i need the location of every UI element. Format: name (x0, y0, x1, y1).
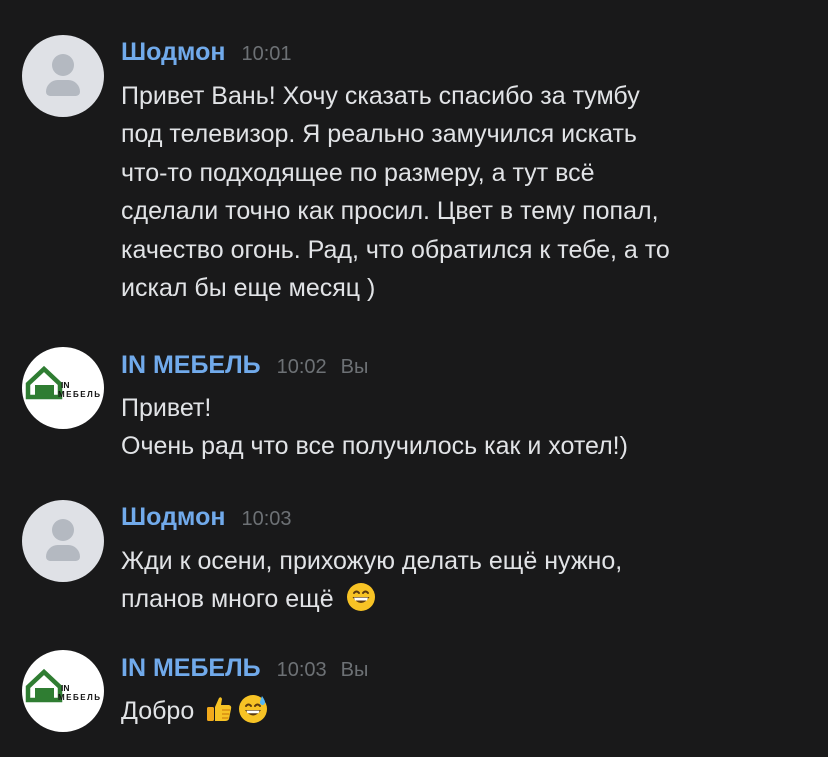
logo-text-in: IN (61, 683, 70, 693)
message-line: Добро (121, 697, 195, 725)
message-header: Шодмон 10:03 (121, 502, 292, 532)
grinning-sweat-emoji (239, 695, 268, 723)
you-label: Вы (340, 659, 369, 681)
message-time[interactable]: 10:01 (241, 39, 291, 69)
message-line: планов много ещё (121, 585, 334, 614)
brand-logo-avatar[interactable]: IN МЕБЕЛЬ (22, 650, 104, 732)
in-mebel-logo-icon: IN МЕБЕЛЬ (25, 365, 100, 400)
user-avatar[interactable] (22, 500, 104, 582)
message-text: Жди к осени, прихожую делать ещё нужно, … (121, 542, 622, 619)
message-line: что-то подходящее по размеру, а тут всё (121, 158, 595, 187)
in-mebel-logo-icon: IN МЕБЕЛЬ (25, 668, 100, 703)
user-avatar[interactable] (22, 35, 104, 117)
user-silhouette-icon (52, 519, 74, 541)
message-line: Привет Вань! Хочу сказать спасибо за тум… (121, 82, 640, 110)
message-time[interactable]: 10:02 (277, 352, 327, 382)
message-header: Шодмон 10:01 (121, 37, 292, 67)
logo-text-mebel: МЕБЕЛЬ (58, 390, 100, 399)
message-line: под телевизор. Я реально замучился искат… (121, 120, 637, 149)
message-time[interactable]: 10:03 (241, 504, 291, 534)
logo-text-in: IN (61, 380, 70, 390)
message-text: Добро (121, 692, 268, 730)
message-header: IN МЕБЕЛЬ 10:03 Вы (121, 653, 368, 683)
message-text: Привет Вань! Хочу сказать спасибо за тум… (121, 77, 670, 307)
thumbs-up-emoji (207, 697, 232, 721)
message-line: сделали точно как просил. Цвет в тему по… (121, 197, 659, 226)
author-name[interactable]: Шодмон (121, 502, 225, 532)
message-text: Привет! Очень рад что все получилось как… (121, 389, 628, 466)
you-label: Вы (340, 356, 369, 378)
user-silhouette-icon (52, 54, 74, 76)
message-time[interactable]: 10:03 (277, 655, 327, 685)
message-line: Жди к осени, прихожую делать ещё нужно, (121, 547, 623, 575)
message-line: Очень рад что все получилось как и хотел… (121, 432, 628, 461)
grinning-face-emoji (346, 583, 375, 612)
message-line: Привет! (121, 394, 212, 422)
message-header: IN МЕБЕЛЬ 10:02 Вы (121, 350, 368, 380)
brand-logo-avatar[interactable]: IN МЕБЕЛЬ (22, 347, 104, 429)
message-line: искал бы еще месяц ) (121, 273, 376, 302)
logo-text-mebel: МЕБЕЛЬ (58, 693, 100, 702)
author-name[interactable]: Шодмон (121, 37, 225, 67)
author-name[interactable]: IN МЕБЕЛЬ (121, 653, 261, 683)
message-line: качество огонь. Рад, что обратился к теб… (121, 235, 670, 264)
author-name[interactable]: IN МЕБЕЛЬ (121, 350, 261, 380)
